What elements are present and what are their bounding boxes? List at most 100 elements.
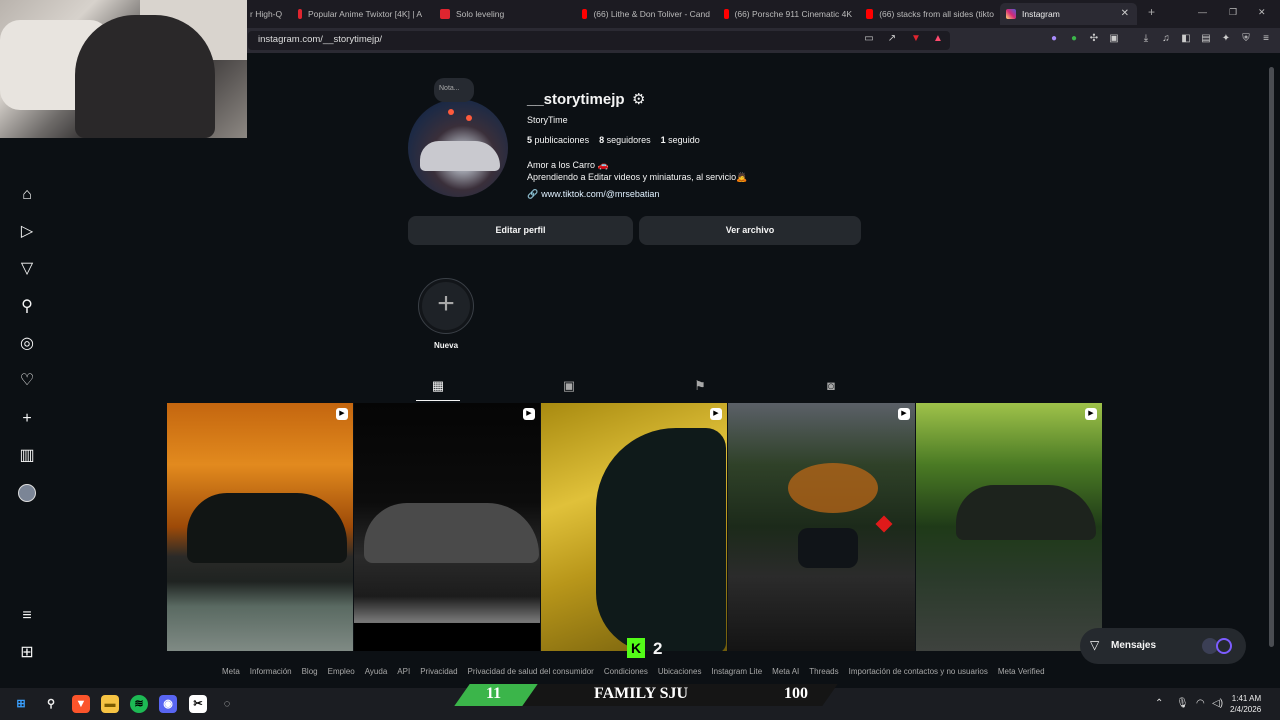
overlay-right-number: 100 (784, 685, 808, 702)
footer-link[interactable]: Importación de contactos y no usuarios (849, 667, 988, 676)
browser-tab[interactable]: (66) Lithe & Don Toliver - Cand (576, 3, 710, 25)
extension-icon[interactable]: ● (1068, 33, 1080, 45)
brave-shield-icon[interactable]: ▼ (910, 33, 922, 45)
also-from-meta-icon[interactable]: ⊞ (17, 643, 37, 663)
post-thumbnail[interactable]: ▶ (916, 403, 1102, 651)
footer-link[interactable]: Meta Verified (998, 667, 1045, 676)
footer-link[interactable]: Privacidad (420, 667, 457, 676)
footer-link[interactable]: Threads (809, 667, 838, 676)
edit-profile-button[interactable]: Editar perfil (408, 216, 633, 245)
tab-posts-grid-icon[interactable]: ▦ (430, 378, 446, 394)
browser-tab[interactable]: Solo leveling (434, 3, 564, 25)
spotify-icon[interactable]: ≋ (130, 695, 148, 713)
system-clock[interactable]: 1:41 AM 2/4/2026 (1230, 693, 1261, 715)
messages-label: Mensajes (1111, 640, 1157, 651)
notifications-heart-icon[interactable]: ♡ (17, 371, 37, 391)
tab-label: (66) Lithe & Don Toliver - Cand (593, 9, 710, 19)
share-icon[interactable]: ↗ (886, 33, 898, 45)
messages-icon[interactable]: ▽ (17, 259, 37, 279)
screenshot-icon[interactable]: ▭ (863, 33, 875, 45)
new-tab-button[interactable]: + (1148, 5, 1155, 19)
browser-tab[interactable]: Popular Anime Twixtor [4K] | A (292, 3, 422, 25)
reel-icon: ▶ (898, 408, 910, 420)
minimize-icon[interactable]: — (1198, 7, 1207, 17)
music-icon[interactable]: ♫ (1160, 33, 1172, 45)
windows-start-icon[interactable]: ⊞ (12, 695, 30, 713)
search-icon[interactable]: ⚲ (42, 695, 60, 713)
discord-icon[interactable]: ◉ (159, 695, 177, 713)
browser-tab[interactable]: (66) stacks from all sides (tikto (860, 3, 994, 25)
posts-count: 5 (527, 135, 533, 145)
tab-reels-icon[interactable]: ▣ (561, 378, 577, 394)
extension-icon[interactable]: ● (1048, 33, 1060, 45)
close-icon[interactable]: ✕ (1121, 8, 1129, 19)
profile-avatar[interactable] (408, 99, 508, 197)
maximize-icon[interactable]: ❐ (1229, 7, 1237, 18)
download-icon[interactable]: ⤓ (1140, 33, 1152, 45)
volume-icon[interactable]: ◁) (1212, 698, 1223, 709)
footer-link[interactable]: API (397, 667, 410, 676)
browser-tab-active[interactable]: Instagram ✕ (1000, 3, 1137, 25)
wallet-icon[interactable]: ▤ (1200, 33, 1212, 45)
browser-tab[interactable]: (66) Porsche 911 Cinematic 4K (718, 3, 852, 25)
chevron-up-icon[interactable]: ⌃ (1155, 698, 1163, 709)
overlay-title: FAMILY SJU (594, 685, 689, 702)
new-highlight-label: Nueva (434, 341, 459, 350)
capcut-icon[interactable]: ✂ (189, 695, 207, 713)
dashboard-icon[interactable]: ▥ (17, 446, 37, 466)
brave-rewards-icon[interactable]: ▲ (932, 33, 944, 45)
footer-link[interactable]: Ubicaciones (658, 667, 702, 676)
post-thumbnail[interactable]: ▶ (354, 403, 540, 651)
footer-link[interactable]: Empleo (328, 667, 355, 676)
plus-icon: + (422, 282, 470, 330)
url-text[interactable]: instagram.com/__storytimejp/ (258, 34, 382, 45)
footer-link[interactable]: Instagram Lite (711, 667, 762, 676)
footer-link[interactable]: Ayuda (365, 667, 388, 676)
footer-link[interactable]: Condiciones (604, 667, 648, 676)
post-thumbnail[interactable]: ▶ (728, 403, 915, 651)
footer-link[interactable]: Meta AI (772, 667, 799, 676)
wifi-icon[interactable]: ◠ (1196, 698, 1205, 709)
following-stat[interactable]: 1 seguido (661, 135, 700, 145)
menu-icon[interactable]: ≡ (1260, 33, 1272, 45)
profile-stats: 5 publicaciones 8 seguidores 1 seguido (527, 135, 700, 145)
new-highlight-button[interactable]: + (418, 278, 474, 334)
post-thumbnail[interactable]: ▶ (541, 403, 727, 651)
puzzle-icon[interactable]: ✣ (1088, 33, 1100, 45)
browser-tab[interactable]: r High-Q (244, 3, 284, 25)
create-icon[interactable]: + (17, 409, 37, 429)
footer-link[interactable]: Información (250, 667, 292, 676)
app-icon[interactable]: ◌ (218, 695, 236, 713)
file-explorer-icon[interactable]: ▬ (101, 695, 119, 713)
close-window-icon[interactable]: ✕ (1258, 7, 1266, 18)
tab-saved-bookmark-icon[interactable]: ⚑ (692, 378, 708, 394)
explore-icon[interactable]: ◎ (17, 334, 37, 354)
messages-button[interactable]: ▽ Mensajes (1080, 628, 1246, 664)
view-archive-button[interactable]: Ver archivo (639, 216, 861, 245)
profile-avatar-icon[interactable] (17, 484, 37, 504)
wallet-icon[interactable]: ▣ (1108, 33, 1120, 45)
post-thumbnail[interactable]: ▶ (167, 403, 353, 651)
tab-tagged-icon[interactable]: ◙ (823, 378, 839, 394)
more-menu-icon[interactable]: ≡ (17, 606, 37, 626)
note-bubble[interactable]: Nota... (434, 78, 474, 102)
home-icon[interactable]: ⌂ (17, 185, 37, 205)
sidebar-icon[interactable]: ◧ (1180, 33, 1192, 45)
link-text: www.tiktok.com/@mrsebatian (541, 189, 660, 199)
settings-gear-icon[interactable]: ⚙ (632, 90, 645, 108)
followers-count: 8 (599, 135, 605, 145)
footer-link[interactable]: Privacidad de salud del consumidor (468, 667, 594, 676)
page-scrollbar[interactable] (1268, 57, 1275, 657)
brave-browser-icon[interactable]: ▼ (72, 695, 90, 713)
search-icon[interactable]: ⚲ (17, 297, 37, 317)
footer-link[interactable]: Meta (222, 667, 240, 676)
followers-stat[interactable]: 8 seguidores (599, 135, 651, 145)
reels-icon[interactable]: ▷ (17, 222, 37, 242)
microphone-icon[interactable]: 🎙 (1176, 698, 1189, 709)
reel-icon: ▶ (710, 408, 722, 420)
vpn-shield-icon[interactable]: ⛨ (1240, 33, 1252, 45)
scrollbar-thumb[interactable] (1269, 67, 1274, 647)
profile-link[interactable]: 🔗 www.tiktok.com/@mrsebatian (527, 189, 659, 200)
footer-link[interactable]: Blog (302, 667, 318, 676)
leo-ai-icon[interactable]: ✦ (1220, 33, 1232, 45)
